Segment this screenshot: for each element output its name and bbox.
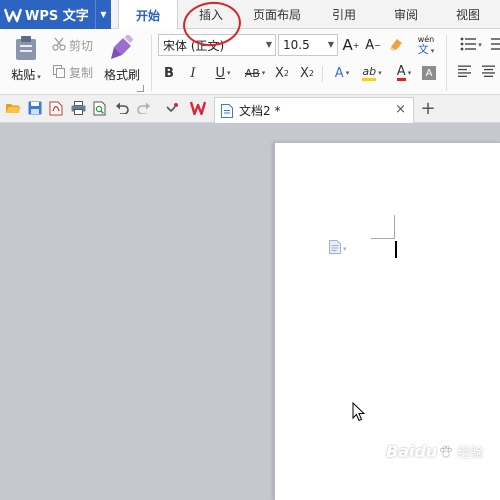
quick-access-bar: 文档2 * × + bbox=[0, 95, 500, 123]
char-shading-glyph: A bbox=[422, 66, 436, 80]
format-painter-button[interactable]: 格式刷 bbox=[102, 33, 142, 85]
tab-insert[interactable]: 插入 bbox=[183, 0, 239, 29]
paragraph-layout-button[interactable]: ▾ bbox=[329, 240, 347, 257]
margin-marker bbox=[394, 215, 395, 239]
clear-format-button[interactable] bbox=[387, 35, 405, 55]
paw-icon bbox=[439, 445, 453, 459]
close-icon[interactable]: × bbox=[395, 102, 406, 117]
print-icon[interactable] bbox=[70, 100, 86, 116]
grow-font-glyph: A bbox=[342, 36, 353, 54]
new-tab-button[interactable]: + bbox=[418, 98, 438, 119]
document-tab[interactable]: 文档2 * × bbox=[214, 97, 414, 123]
margin-marker bbox=[371, 238, 395, 239]
open-folder-icon[interactable] bbox=[5, 100, 21, 116]
format-painter-label: 格式刷 bbox=[103, 68, 140, 82]
paste-label: 粘贴 ▾ bbox=[11, 68, 41, 82]
wps-logo-icon bbox=[3, 5, 23, 25]
text-effect-button[interactable]: A ▾ bbox=[327, 62, 357, 84]
customize-quick-access-icon[interactable] bbox=[164, 100, 180, 116]
shrink-font-button[interactable]: A − bbox=[364, 34, 382, 56]
underline-glyph: U bbox=[215, 65, 225, 81]
ribbon-home: 粘贴▾ 剪切 复制 格式刷 宋体 (正文) ▼ 10.5 ▼ A+ A− bbox=[0, 29, 500, 95]
mouse-pointer-icon bbox=[352, 401, 366, 425]
separator bbox=[151, 35, 152, 91]
strikethrough-glyph: AB bbox=[244, 66, 260, 80]
superscript-glyph: X bbox=[275, 65, 284, 81]
copy-button[interactable]: 复制 bbox=[52, 62, 93, 82]
font-color-button[interactable]: A ▾ bbox=[389, 62, 419, 84]
separator bbox=[446, 66, 447, 82]
paste-button[interactable]: 粘贴 ▾ bbox=[6, 33, 46, 85]
list-numbered-icon bbox=[488, 37, 500, 54]
menu-bar: WPS 文字 ▼ 开始 插入 页面布局 引用 审阅 视图 bbox=[0, 0, 500, 30]
text-effect-glyph: A bbox=[334, 65, 344, 81]
subscript-button[interactable]: X2 bbox=[297, 62, 317, 84]
tab-references[interactable]: 引用 bbox=[320, 0, 368, 29]
highlight-button[interactable]: ab ▾ bbox=[357, 62, 387, 84]
font-size-select[interactable]: 10.5 ▼ bbox=[278, 34, 338, 56]
italic-button[interactable]: I bbox=[184, 62, 202, 84]
export-pdf-icon[interactable] bbox=[48, 100, 64, 116]
tab-view[interactable]: 视图 bbox=[444, 0, 492, 29]
text-cursor bbox=[395, 241, 397, 258]
copy-label: 复制 bbox=[69, 65, 94, 80]
subscript-glyph: X bbox=[300, 65, 309, 81]
highlight-glyph: ab bbox=[362, 65, 377, 81]
chevron-down-icon: ▼ bbox=[327, 40, 334, 49]
undo-icon[interactable] bbox=[114, 100, 130, 116]
char-shading-button[interactable]: A bbox=[421, 62, 437, 84]
save-icon[interactable] bbox=[27, 100, 43, 116]
font-name-value: 宋体 (正文) bbox=[163, 38, 225, 53]
tab-review[interactable]: 审阅 bbox=[382, 0, 430, 29]
superscript-button[interactable]: X2 bbox=[272, 62, 292, 84]
document-name: 文档2 * bbox=[239, 104, 281, 118]
wps-home-icon[interactable] bbox=[190, 100, 206, 116]
shrink-font-glyph: A bbox=[365, 37, 375, 53]
clipboard-group-launcher[interactable] bbox=[137, 85, 144, 92]
align-center-icon bbox=[481, 65, 495, 81]
phonetic-guide-button[interactable]: wén 文 ▾ bbox=[412, 33, 440, 57]
copy-icon bbox=[52, 64, 66, 81]
numbered-list-button[interactable] bbox=[488, 35, 500, 55]
paragraph-layout-icon bbox=[329, 240, 341, 257]
redo-icon[interactable] bbox=[136, 100, 152, 116]
separator bbox=[322, 66, 323, 82]
list-bullets-icon bbox=[460, 37, 477, 54]
font-color-glyph: A bbox=[396, 64, 406, 81]
align-center-button[interactable] bbox=[480, 62, 496, 84]
watermark-text: Baidu bbox=[386, 442, 438, 461]
font-size-value: 10.5 bbox=[283, 38, 310, 52]
bold-button[interactable]: B bbox=[160, 62, 178, 84]
tab-page-layout[interactable]: 页面布局 bbox=[245, 0, 309, 29]
document-icon bbox=[221, 103, 233, 118]
separator bbox=[446, 35, 447, 91]
strikethrough-button[interactable]: AB ▾ bbox=[240, 62, 270, 84]
baidu-watermark: Baidu 经验 bbox=[386, 442, 483, 461]
eraser-icon bbox=[388, 36, 404, 55]
align-left-button[interactable] bbox=[456, 62, 472, 84]
app-menu-button[interactable]: WPS 文字 ▼ bbox=[0, 0, 111, 29]
chevron-down-icon: ▼ bbox=[265, 40, 272, 49]
scissors-icon bbox=[52, 37, 66, 54]
print-preview-icon[interactable] bbox=[92, 100, 108, 116]
paintbrush-icon bbox=[109, 34, 135, 64]
app-name: WPS 文字 bbox=[25, 9, 89, 24]
cut-button[interactable]: 剪切 bbox=[52, 35, 93, 55]
grow-font-button[interactable]: A + bbox=[342, 34, 360, 56]
phonetic-glyph: 文 ▾ bbox=[417, 42, 435, 56]
cut-label: 剪切 bbox=[69, 38, 94, 53]
clipboard-icon bbox=[14, 35, 38, 64]
font-name-select[interactable]: 宋体 (正文) ▼ bbox=[158, 34, 276, 56]
align-left-icon bbox=[457, 65, 471, 81]
tab-home[interactable]: 开始 bbox=[118, 0, 178, 30]
bullet-list-button[interactable]: ▾ bbox=[454, 35, 488, 55]
underline-button[interactable]: U ▾ bbox=[208, 62, 238, 84]
chevron-down-icon[interactable]: ▼ bbox=[95, 0, 111, 29]
watermark-subtext: 经验 bbox=[457, 446, 484, 461]
